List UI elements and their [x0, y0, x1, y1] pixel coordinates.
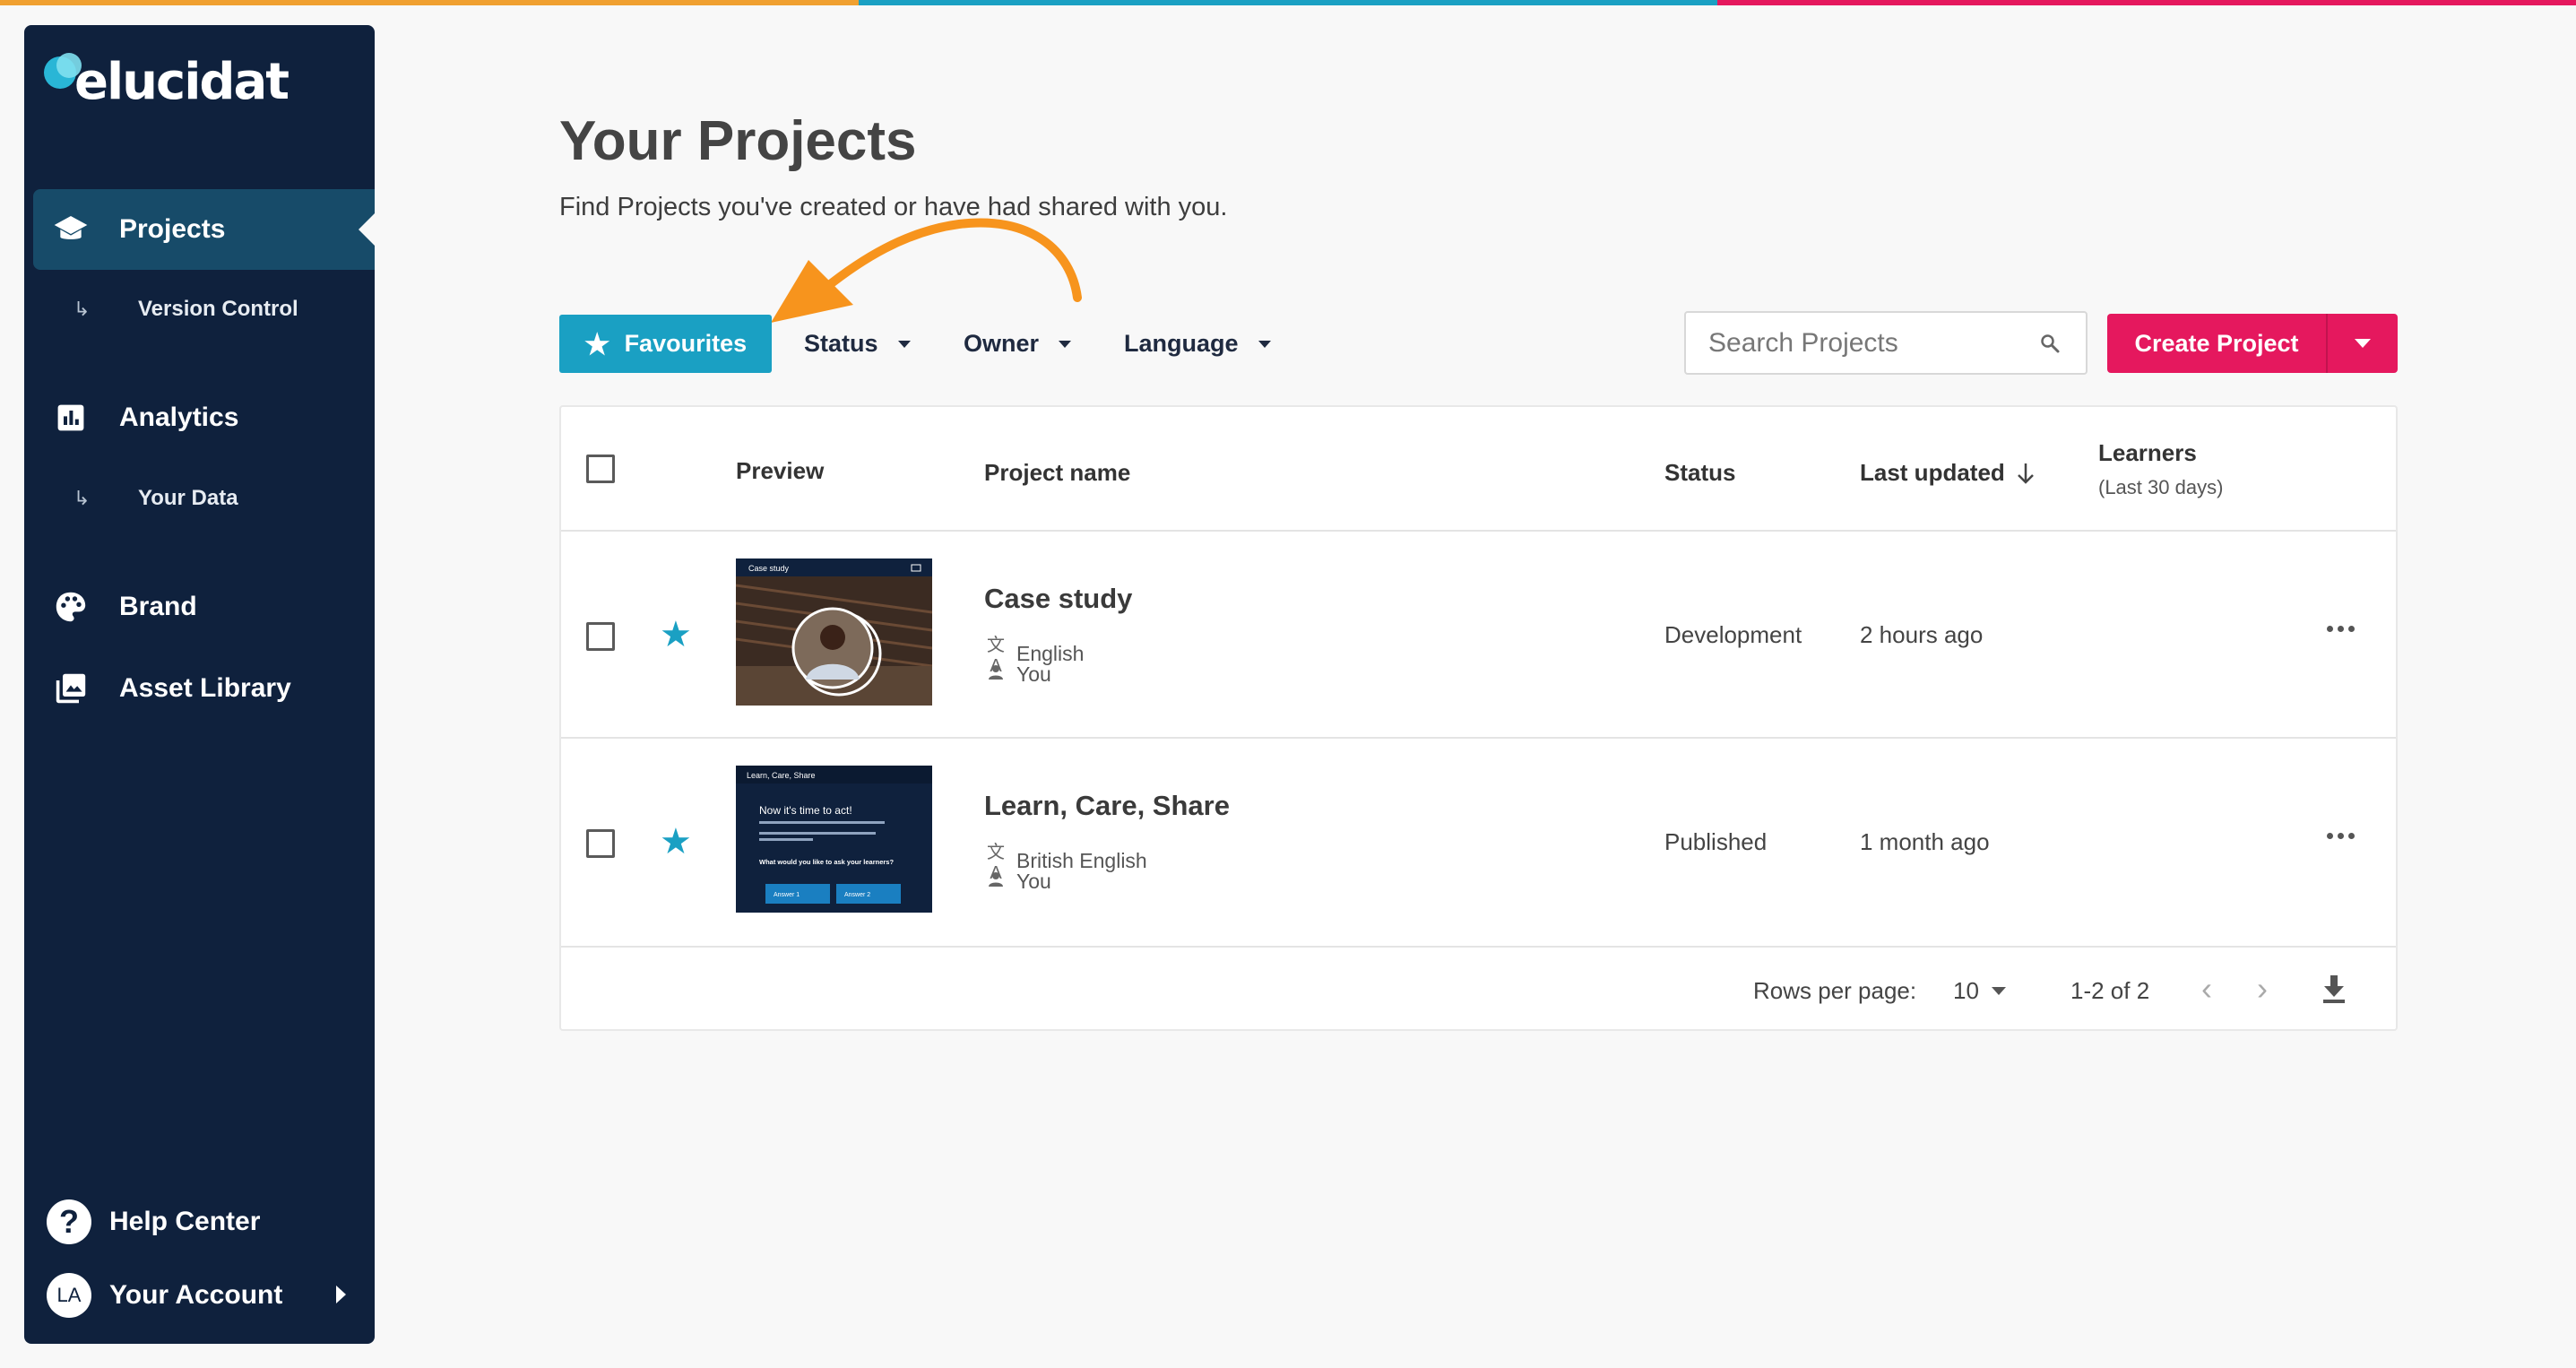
select-all-checkbox[interactable]	[586, 455, 615, 483]
graduation-cap-icon	[51, 210, 91, 249]
image-library-icon	[51, 669, 91, 708]
sidebar-item-analytics[interactable]: Analytics	[33, 377, 375, 458]
project-status: Published	[1664, 828, 1768, 855]
table-pagination: Rows per page: 10 1-2 of 2 ‹ ›	[561, 948, 2396, 1029]
table-row[interactable]: ★ Learn, Care, Share Now it's time to ac…	[561, 740, 2396, 948]
caret-down-icon	[897, 340, 911, 348]
thumbnail-heading: Now it's time to act!	[759, 804, 852, 817]
sidebar-item-your-data[interactable]: ↳ Your Data	[73, 481, 238, 516]
bar-chart-icon	[51, 398, 91, 437]
create-project-split-button: Create Project	[2107, 314, 2398, 373]
column-learners: Learners (Last 30 days)	[2098, 439, 2224, 498]
projects-table: Preview Project name Status Last updated…	[559, 405, 2398, 1031]
sidebar: elucidat Projects ↳ Version Control Anal…	[24, 25, 375, 1344]
chevron-right-icon	[336, 1286, 346, 1303]
palette-icon	[51, 587, 91, 627]
more-options-icon[interactable]	[2327, 833, 2355, 839]
thumbnail-answer-2: Answer 2	[844, 892, 870, 898]
project-owner: You	[984, 662, 1051, 687]
sub-arrow-icon: ↳	[73, 487, 91, 509]
elucidat-logo[interactable]: elucidat	[42, 45, 290, 111]
top-color-bar	[0, 0, 2576, 5]
thumbnail-answer-1: Answer 1	[774, 892, 800, 898]
your-account-menu[interactable]: LA Your Account	[47, 1273, 369, 1318]
caret-down-icon	[1059, 340, 1072, 348]
owner-filter-dropdown[interactable]: Owner	[964, 315, 1072, 373]
language-filter-dropdown[interactable]: Language	[1124, 315, 1271, 373]
column-preview: Preview	[736, 457, 825, 484]
project-last-updated: 2 hours ago	[1860, 621, 1984, 648]
thumbnail-question: What would you like to ask your learners…	[759, 858, 894, 866]
sort-down-arrow-icon	[2017, 463, 2034, 484]
search-input[interactable]	[1708, 327, 2031, 359]
row-checkbox[interactable]	[586, 829, 615, 858]
help-icon: ?	[47, 1199, 91, 1244]
project-thumbnail[interactable]: Case study	[736, 558, 932, 706]
project-last-updated: 1 month ago	[1860, 828, 1990, 855]
column-last-updated[interactable]: Last updated	[1860, 459, 2036, 487]
project-thumbnail[interactable]: Learn, Care, Share Now it's time to act!…	[736, 766, 932, 913]
sidebar-item-projects[interactable]: Projects	[33, 189, 375, 270]
sidebar-item-asset-library[interactable]: Asset Library	[33, 648, 375, 729]
table-row[interactable]: ★ Case study Case study 文AEnglish You	[561, 532, 2396, 739]
person-icon	[984, 664, 1007, 686]
project-name[interactable]: Learn, Care, Share	[984, 790, 1230, 822]
rows-per-page-select[interactable]: 10	[1953, 977, 2006, 1005]
thumbnail-title: Learn, Care, Share	[747, 771, 816, 780]
sidebar-item-version-control[interactable]: ↳ Version Control	[73, 291, 298, 327]
chevron-right-icon[interactable]: ›	[2257, 970, 2268, 1008]
column-project-name[interactable]: Project name	[984, 459, 1130, 487]
help-center-link[interactable]: ? Help Center	[47, 1199, 260, 1244]
logo-mark-icon	[42, 53, 82, 100]
caret-down-icon	[1991, 987, 2006, 995]
row-checkbox[interactable]	[586, 622, 615, 651]
create-project-button[interactable]: Create Project	[2107, 314, 2328, 373]
project-owner: You	[984, 870, 1051, 894]
download-icon[interactable]	[2321, 974, 2347, 1009]
create-project-dropdown-button[interactable]	[2328, 314, 2398, 373]
favourite-star-icon[interactable]: ★	[660, 617, 692, 653]
sub-arrow-icon: ↳	[73, 298, 91, 320]
search-icon[interactable]	[2039, 333, 2061, 359]
avatar: LA	[47, 1273, 91, 1318]
sidebar-item-brand[interactable]: Brand	[33, 567, 375, 647]
caret-down-icon	[2355, 339, 2371, 348]
caret-down-icon	[1258, 340, 1271, 348]
project-status: Development	[1664, 621, 1802, 648]
table-header: Preview Project name Status Last updated…	[561, 407, 2396, 532]
person-icon	[984, 871, 1007, 893]
more-options-icon[interactable]	[2327, 626, 2355, 632]
page-title: Your Projects	[559, 110, 917, 172]
pagination-range: 1-2 of 2	[2070, 977, 2150, 1004]
rows-per-page-label: Rows per page:	[1753, 977, 1917, 1004]
project-name[interactable]: Case study	[984, 583, 1132, 615]
favourites-filter-button[interactable]: ★ Favourites	[559, 315, 772, 373]
favourite-star-icon[interactable]: ★	[660, 824, 692, 860]
search-projects-field	[1684, 311, 2088, 375]
status-filter-dropdown[interactable]: Status	[804, 315, 911, 373]
star-icon: ★	[583, 327, 610, 360]
chevron-left-icon[interactable]: ‹	[2201, 970, 2212, 1008]
column-status[interactable]: Status	[1664, 459, 1735, 487]
thumbnail-title: Case study	[748, 564, 790, 573]
